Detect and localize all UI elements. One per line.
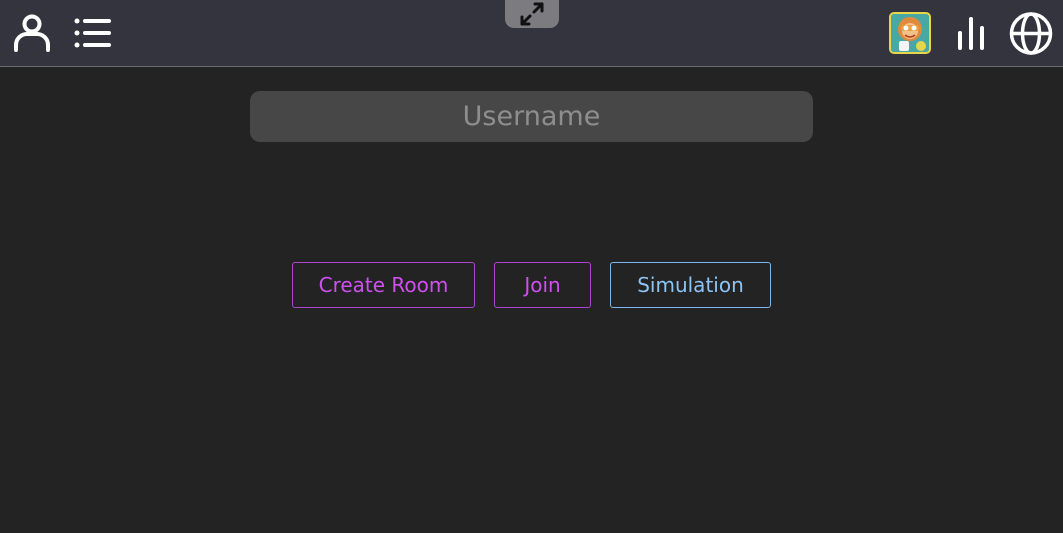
language-button[interactable] [1008, 11, 1054, 56]
user-icon [14, 14, 50, 52]
username-input[interactable] [250, 91, 813, 142]
profile-button[interactable] [12, 12, 52, 54]
list-icon [74, 18, 111, 48]
bar-chart-icon [958, 17, 984, 50]
fullscreen-button[interactable] [505, 0, 559, 28]
stats-button[interactable] [953, 14, 989, 52]
expand-icon [520, 2, 544, 26]
avatar-image [891, 14, 929, 52]
create-room-button[interactable]: Create Room [292, 262, 475, 308]
top-bar [0, 0, 1063, 67]
menu-button[interactable] [72, 14, 114, 52]
simulation-button[interactable]: Simulation [610, 262, 771, 308]
avatar[interactable] [889, 12, 931, 54]
join-button[interactable]: Join [494, 262, 591, 308]
globe-icon [1009, 12, 1053, 55]
